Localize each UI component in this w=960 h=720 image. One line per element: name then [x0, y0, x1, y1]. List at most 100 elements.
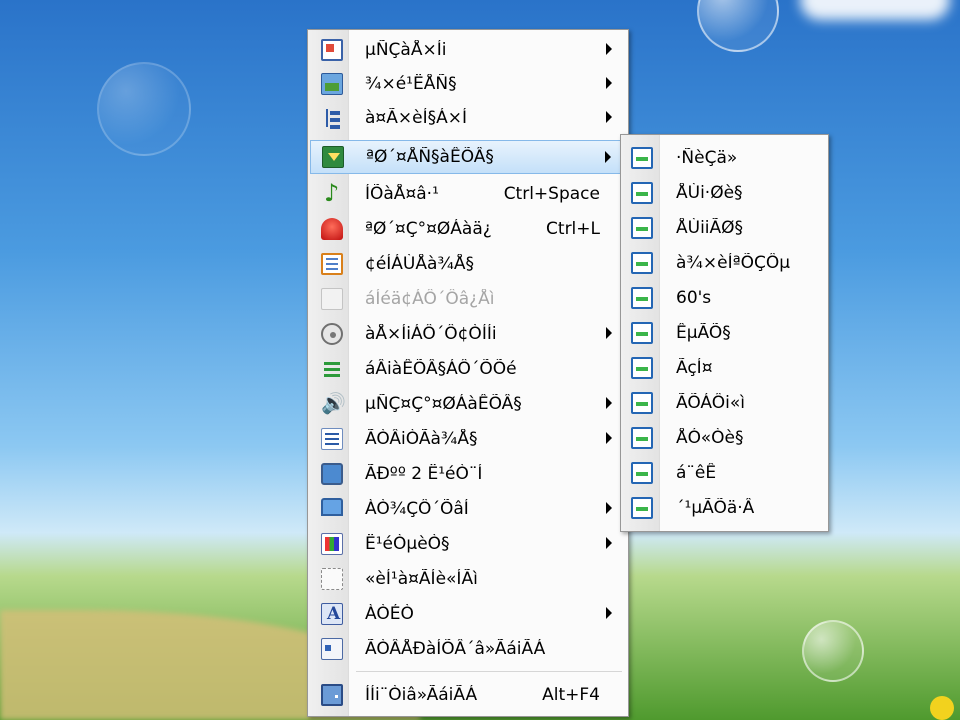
spreadsheet-icon: [320, 252, 344, 276]
submenu-item-label: ÅÙi·Øè§: [676, 183, 743, 203]
disc-icon: [320, 322, 344, 346]
playlist-icon: [320, 427, 344, 451]
menu-item-7: áÍéä¢ÁÔ´Ôâ¿Åì: [310, 282, 626, 316]
menu-item-label: ÃÒÂiÒÃà¾Å§: [365, 429, 478, 449]
install-icon: [321, 145, 345, 169]
alarm-icon: [320, 217, 344, 241]
menu-item-9[interactable]: áÂiàÊÕÂ§ÁÔ´ÕÕé: [310, 352, 626, 386]
submenu-item-label: ÅÙiiÃØ§: [676, 218, 744, 238]
submenu-item-3[interactable]: à¾×èÍªÕÇÔµ: [623, 246, 826, 280]
monitor-icon: [320, 497, 344, 521]
cloud: [800, 0, 950, 20]
menu-item-12[interactable]: ÃÐºº 2 Ë¹éÒ¨Í: [310, 457, 626, 491]
equalizer-preset-icon: [630, 321, 654, 345]
tree-icon: [320, 106, 344, 130]
hide-icon: [320, 567, 344, 591]
submenu-arrow-icon: [606, 111, 612, 123]
font-icon: [320, 602, 344, 626]
submenu-arrow-icon: [606, 432, 612, 444]
equalizer-preset-icon: [630, 426, 654, 450]
bubble: [697, 0, 779, 52]
menu-item-4[interactable]: ÍÕàÅ¤â·¹ Ctrl+Space: [310, 177, 626, 211]
equalizer-preset-icon: [630, 391, 654, 415]
music-note-icon: [320, 179, 344, 207]
menu-separator: [356, 671, 622, 672]
info-card-icon: [320, 637, 344, 661]
submenu-item-label: 60's: [676, 288, 712, 308]
menu-item-label: áÍéä¢ÁÔ´Ôâ¿Åì: [365, 289, 495, 309]
menu-item-1[interactable]: ¾×é¹ËÅÑ§: [310, 67, 626, 101]
genre-submenu: ·ÑèÇä» ÅÙi·Øè§ ÅÙiiÃØ§ à¾×èÍªÕÇÔµ 60's Ê…: [620, 134, 829, 532]
menu-item-shortcut: Ctrl+L: [546, 219, 600, 239]
menu-item-13[interactable]: ÀÒ¾ÇÔ´ÕâÍ: [310, 492, 626, 526]
menu-item-shortcut: Ctrl+Space: [503, 184, 600, 204]
submenu-item-label: á¨êÊ: [676, 463, 717, 483]
menu-item-label: à¤Ã×èÍ§Á×Í: [365, 108, 467, 128]
equalizer-preset-icon: [630, 251, 654, 275]
menu-item-shortcut: Alt+F4: [542, 685, 600, 705]
submenu-item-7[interactable]: ÃÕÁÔi«ì: [623, 386, 826, 420]
submenu-item-label: à¾×èÍªÕÇÔµ: [676, 253, 791, 273]
menu-item-label: µÑÇ¤Ç°¤ØÁàÊÕÂ§: [365, 394, 522, 414]
submenu-item-6[interactable]: ÃçÍ¤: [623, 351, 826, 385]
submenu-item-4[interactable]: 60's: [623, 281, 826, 315]
submenu-item-8[interactable]: ÅÓ«Òè§: [623, 421, 826, 455]
equalizer-preset-icon: [630, 496, 654, 520]
submenu-item-9[interactable]: á¨êÊ: [623, 456, 826, 490]
menu-item-5[interactable]: ªØ´¤Ç°¤ØÁàä¿ Ctrl+L: [310, 212, 626, 246]
bubble: [97, 62, 191, 156]
menu-item-label: ÍÕàÅ¤â·¹: [365, 184, 439, 204]
menu-item-8[interactable]: àÅ×ÍiÁÔ´Ô¢ÒÍÍi: [310, 317, 626, 351]
speaker-icon: [320, 391, 346, 416]
submenu-arrow-icon: [606, 607, 612, 619]
menu-item-label: ªØ´¤ÅÑ§àÊÕÂ§: [366, 147, 494, 167]
menu-item-14[interactable]: Ë¹éÒµèÒ§: [310, 527, 626, 561]
menu-item-17[interactable]: ÃÒÂÅÐàÍÕÂ´â»ÃáiÃÁ: [310, 632, 626, 666]
exit-door-icon: [320, 683, 344, 707]
submenu-arrow-icon: [606, 502, 612, 514]
picture-icon: [320, 72, 344, 96]
submenu-item-1[interactable]: ÅÙi·Øè§: [623, 176, 826, 210]
menu-item-label: ÀÒÉÒ: [365, 604, 414, 624]
document-icon: [320, 287, 344, 311]
menu-item-label: ¢éÍÁÙÅà¾Å§: [365, 254, 475, 274]
dual-monitor-icon: [320, 462, 344, 486]
submenu-item-0[interactable]: ·ÑèÇä»: [623, 141, 826, 175]
menu-item-label: áÂiàÊÕÂ§ÁÔ´ÕÕé: [365, 359, 517, 379]
equalizer-preset-icon: [630, 216, 654, 240]
bubble: [802, 620, 864, 682]
submenu-item-label: ÃÕÁÔi«ì: [676, 393, 745, 413]
menu-item-label: µÑÇàÅ×Íi: [365, 40, 447, 60]
submenu-arrow-icon: [606, 77, 612, 89]
menu-item-0[interactable]: µÑÇàÅ×Íi: [310, 33, 626, 67]
submenu-arrow-icon: [605, 151, 611, 163]
menu-item-3[interactable]: ªØ´¤ÅÑ§àÊÕÂ§: [310, 140, 626, 174]
submenu-arrow-icon: [606, 327, 612, 339]
context-menu: µÑÇàÅ×Íi ¾×é¹ËÅÑ§ à¤Ã×èÍ§Á×Í ªØ´¤ÅÑ§àÊÕÂ…: [307, 29, 629, 717]
menu-item-label: «èÍ¹à¤ÃÍè«ÍÃì: [365, 569, 478, 589]
equalizer-preset-icon: [630, 356, 654, 380]
equalizer-preset-icon: [630, 286, 654, 310]
submenu-item-label: ÊµÃÕ§: [676, 323, 731, 343]
menu-item-10[interactable]: µÑÇ¤Ç°¤ØÁàÊÕÂ§: [310, 387, 626, 421]
window-icon: [320, 38, 344, 62]
menu-item-label: ÍÍi¨Òiâ»ÃáiÃÁ: [365, 685, 478, 705]
menu-item-2[interactable]: à¤Ã×èÍ§Á×Í: [310, 101, 626, 135]
submenu-item-2[interactable]: ÅÙiiÃØ§: [623, 211, 826, 245]
submenu-item-label: ·ÑèÇä»: [676, 148, 738, 168]
menu-item-label: ÀÒ¾ÇÔ´ÕâÍ: [365, 499, 469, 519]
menu-item-label: àÅ×ÍiÁÔ´Ô¢ÒÍÍi: [365, 324, 497, 344]
submenu-item-5[interactable]: ÊµÃÕ§: [623, 316, 826, 350]
submenu-item-label: ÅÓ«Òè§: [676, 428, 744, 448]
menu-item-16[interactable]: ÀÒÉÒ: [310, 597, 626, 631]
palette-icon: [320, 532, 344, 556]
equalizer-preset-icon: [630, 461, 654, 485]
submenu-arrow-icon: [606, 537, 612, 549]
menu-item-label: Ë¹éÒµèÒ§: [365, 534, 450, 554]
submenu-item-10[interactable]: ´¹µÃÕä·Â: [623, 491, 826, 525]
menu-item-6[interactable]: ¢éÍÁÙÅà¾Å§: [310, 247, 626, 281]
menu-item-15[interactable]: «èÍ¹à¤ÃÍè«ÍÃì: [310, 562, 626, 596]
menu-item-11[interactable]: ÃÒÂiÒÃà¾Å§: [310, 422, 626, 456]
submenu-arrow-icon: [606, 397, 612, 409]
menu-item-18[interactable]: ÍÍi¨Òiâ»ÃáiÃÁ Alt+F4: [310, 678, 626, 712]
